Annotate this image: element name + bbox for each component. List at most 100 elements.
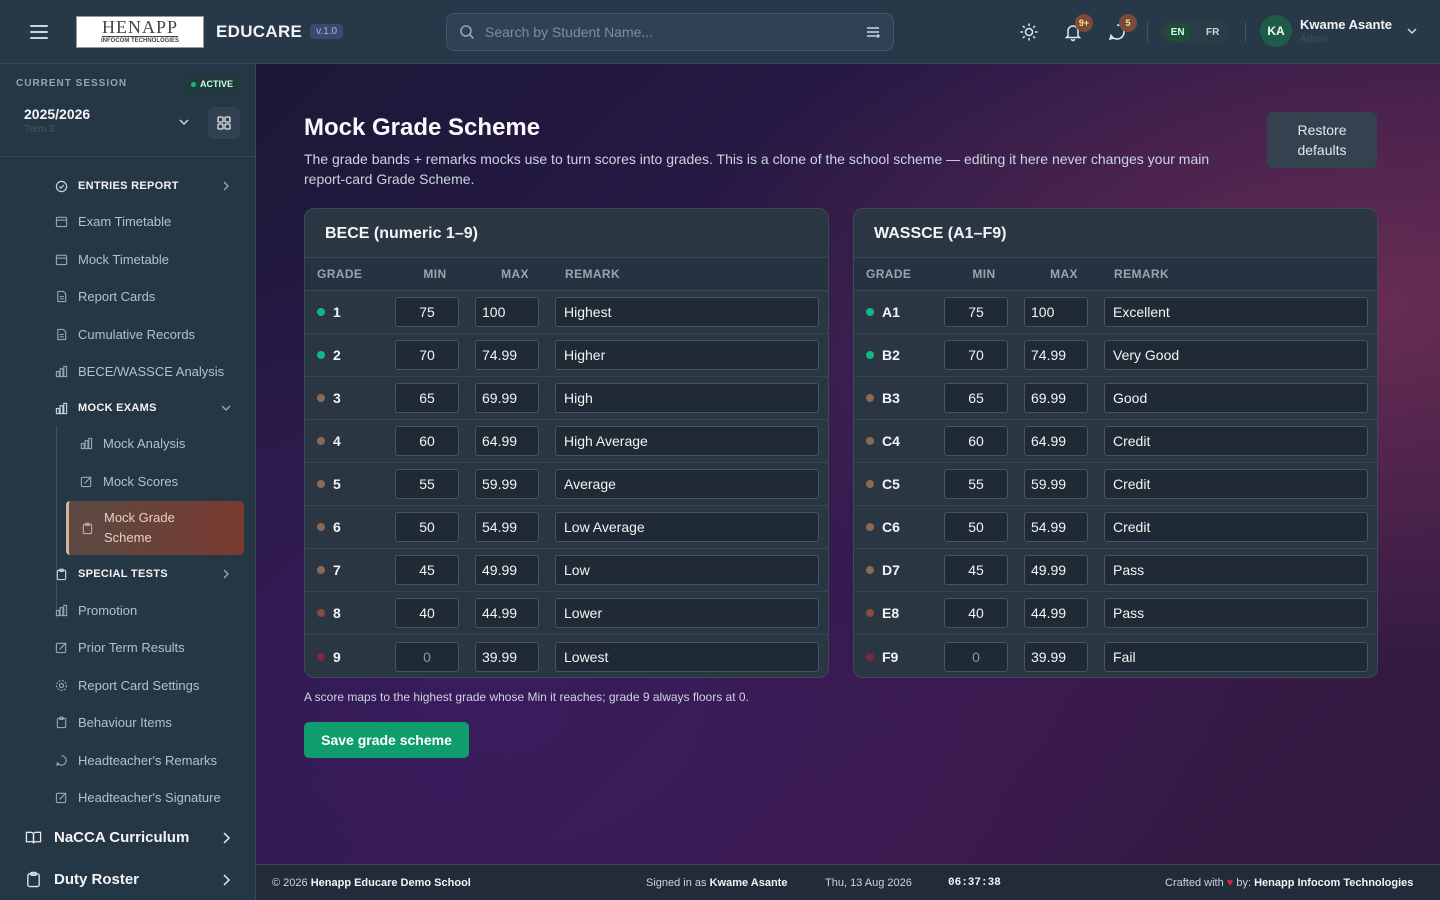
min-input[interactable]	[944, 297, 1008, 327]
theme-toggle-button[interactable]	[1015, 18, 1043, 46]
chevron-right-icon[interactable]	[221, 832, 231, 844]
min-input[interactable]	[944, 598, 1008, 628]
sidebar-item-report-card-settings[interactable]: Report Card Settings	[54, 678, 199, 693]
remark-input[interactable]	[1104, 641, 1368, 672]
remark-input[interactable]	[1104, 340, 1368, 370]
lang-fr-button[interactable]: FR	[1200, 23, 1225, 42]
student-search[interactable]	[446, 13, 894, 51]
sidebar-item-entries-report[interactable]: ENTRIES REPORT	[54, 179, 179, 193]
remark-input[interactable]	[555, 297, 819, 327]
min-input[interactable]	[944, 340, 1008, 370]
max-input[interactable]	[1024, 641, 1088, 672]
lang-en-button[interactable]: EN	[1164, 22, 1191, 42]
restore-defaults-button[interactable]: Restore defaults	[1267, 112, 1377, 168]
sidebar-item-cumulative-records[interactable]: Cumulative Records	[54, 327, 195, 342]
remark-input[interactable]	[1104, 426, 1368, 456]
notifications-button[interactable]: 9+	[1059, 14, 1093, 46]
remark-input[interactable]	[1104, 383, 1368, 413]
grade-label: C5	[882, 476, 900, 492]
menu-toggle-icon[interactable]	[30, 24, 54, 39]
user-menu[interactable]: KA Kwame Asante Admin	[1260, 15, 1418, 47]
grade-label: 3	[333, 390, 341, 406]
filter-icon[interactable]	[865, 24, 881, 40]
max-input[interactable]	[475, 469, 539, 499]
max-input[interactable]	[475, 555, 539, 585]
remark-input[interactable]	[555, 340, 819, 370]
max-input[interactable]	[1024, 469, 1088, 499]
max-input[interactable]	[475, 340, 539, 370]
sidebar-item-mock-grade-scheme[interactable]: Mock Grade Scheme	[66, 501, 244, 555]
min-input[interactable]	[944, 555, 1008, 585]
chat-icon	[55, 755, 67, 766]
max-input[interactable]	[475, 426, 539, 456]
remark-input[interactable]	[555, 512, 819, 542]
max-input[interactable]	[475, 297, 539, 327]
min-input[interactable]	[944, 512, 1008, 542]
min-input[interactable]	[395, 512, 459, 542]
sidebar-item-promotion[interactable]: Promotion	[54, 603, 137, 618]
remark-input[interactable]	[555, 469, 819, 499]
chevron-right-icon[interactable]	[221, 569, 231, 579]
min-input[interactable]	[395, 641, 459, 672]
sidebar-item-behaviour-items[interactable]: Behaviour Items	[54, 715, 172, 730]
max-input[interactable]	[1024, 340, 1088, 370]
footer-signed-in: Signed in as Kwame Asante	[646, 877, 788, 889]
min-input[interactable]	[395, 297, 459, 327]
sidebar-item-nacca-curriculum[interactable]: NaCCA Curriculum	[24, 828, 189, 846]
min-input[interactable]	[395, 340, 459, 370]
max-input[interactable]	[1024, 512, 1088, 542]
chevron-right-icon[interactable]	[221, 181, 231, 191]
max-input[interactable]	[1024, 383, 1088, 413]
sidebar-item-exam-timetable[interactable]: Exam Timetable	[54, 214, 171, 229]
sidebar-item-mock-exams[interactable]: MOCK EXAMS	[54, 401, 157, 415]
remark-input[interactable]	[1104, 598, 1368, 628]
min-input[interactable]	[395, 383, 459, 413]
min-input[interactable]	[944, 426, 1008, 456]
max-input[interactable]	[1024, 297, 1088, 327]
messages-button[interactable]: 5	[1103, 14, 1137, 46]
sidebar-item-report-cards[interactable]: Report Cards	[54, 289, 155, 304]
remark-input[interactable]	[1104, 297, 1368, 327]
min-input[interactable]	[395, 555, 459, 585]
min-input[interactable]	[944, 641, 1008, 672]
sidebar-item-prior-term-results[interactable]: Prior Term Results	[54, 640, 185, 655]
max-input[interactable]	[1024, 555, 1088, 585]
sidebar-item-duty-roster[interactable]: Duty Roster	[24, 870, 139, 888]
chevron-down-icon[interactable]	[178, 116, 190, 128]
remark-input[interactable]	[555, 641, 819, 672]
sidebar-item-special-tests[interactable]: SPECIAL TESTS	[54, 567, 168, 581]
remark-input[interactable]	[555, 383, 819, 413]
max-input[interactable]	[475, 512, 539, 542]
min-input[interactable]	[944, 469, 1008, 499]
remark-input[interactable]	[1104, 555, 1368, 585]
sidebar-item-mock-analysis[interactable]: Mock Analysis	[79, 436, 185, 451]
apps-grid-button[interactable]	[208, 107, 240, 139]
henapp-logo[interactable]: HENAPP INFOCOM TECHNOLOGIES	[76, 15, 204, 48]
max-input[interactable]	[475, 598, 539, 628]
min-input[interactable]	[395, 426, 459, 456]
top-bar: HENAPP INFOCOM TECHNOLOGIES EDUCARE v.1.…	[0, 0, 1440, 64]
sidebar-item-bece-wassce-analysis[interactable]: BECE/WASSCE Analysis	[54, 364, 224, 379]
language-switcher[interactable]: EN FR	[1160, 20, 1230, 44]
max-input[interactable]	[1024, 598, 1088, 628]
remark-input[interactable]	[555, 598, 819, 628]
remark-input[interactable]	[555, 555, 819, 585]
remark-input[interactable]	[555, 426, 819, 456]
search-input[interactable]	[485, 24, 865, 40]
max-input[interactable]	[475, 641, 539, 672]
min-input[interactable]	[395, 598, 459, 628]
sidebar-item-mock-timetable[interactable]: Mock Timetable	[54, 252, 169, 267]
save-grade-scheme-button[interactable]: Save grade scheme	[304, 722, 469, 758]
min-input[interactable]	[395, 469, 459, 499]
session-year[interactable]: 2025/2026	[24, 106, 90, 122]
max-input[interactable]	[475, 383, 539, 413]
sidebar-item-mock-scores[interactable]: Mock Scores	[79, 474, 178, 489]
min-input[interactable]	[944, 383, 1008, 413]
remark-input[interactable]	[1104, 512, 1368, 542]
chevron-down-icon[interactable]	[221, 403, 231, 413]
chevron-right-icon[interactable]	[221, 874, 231, 886]
sidebar-item-headteachers-remarks[interactable]: Headteacher's Remarks	[54, 753, 217, 768]
max-input[interactable]	[1024, 426, 1088, 456]
remark-input[interactable]	[1104, 469, 1368, 499]
sidebar-item-headteachers-signature[interactable]: Headteacher's Signature	[54, 790, 221, 805]
